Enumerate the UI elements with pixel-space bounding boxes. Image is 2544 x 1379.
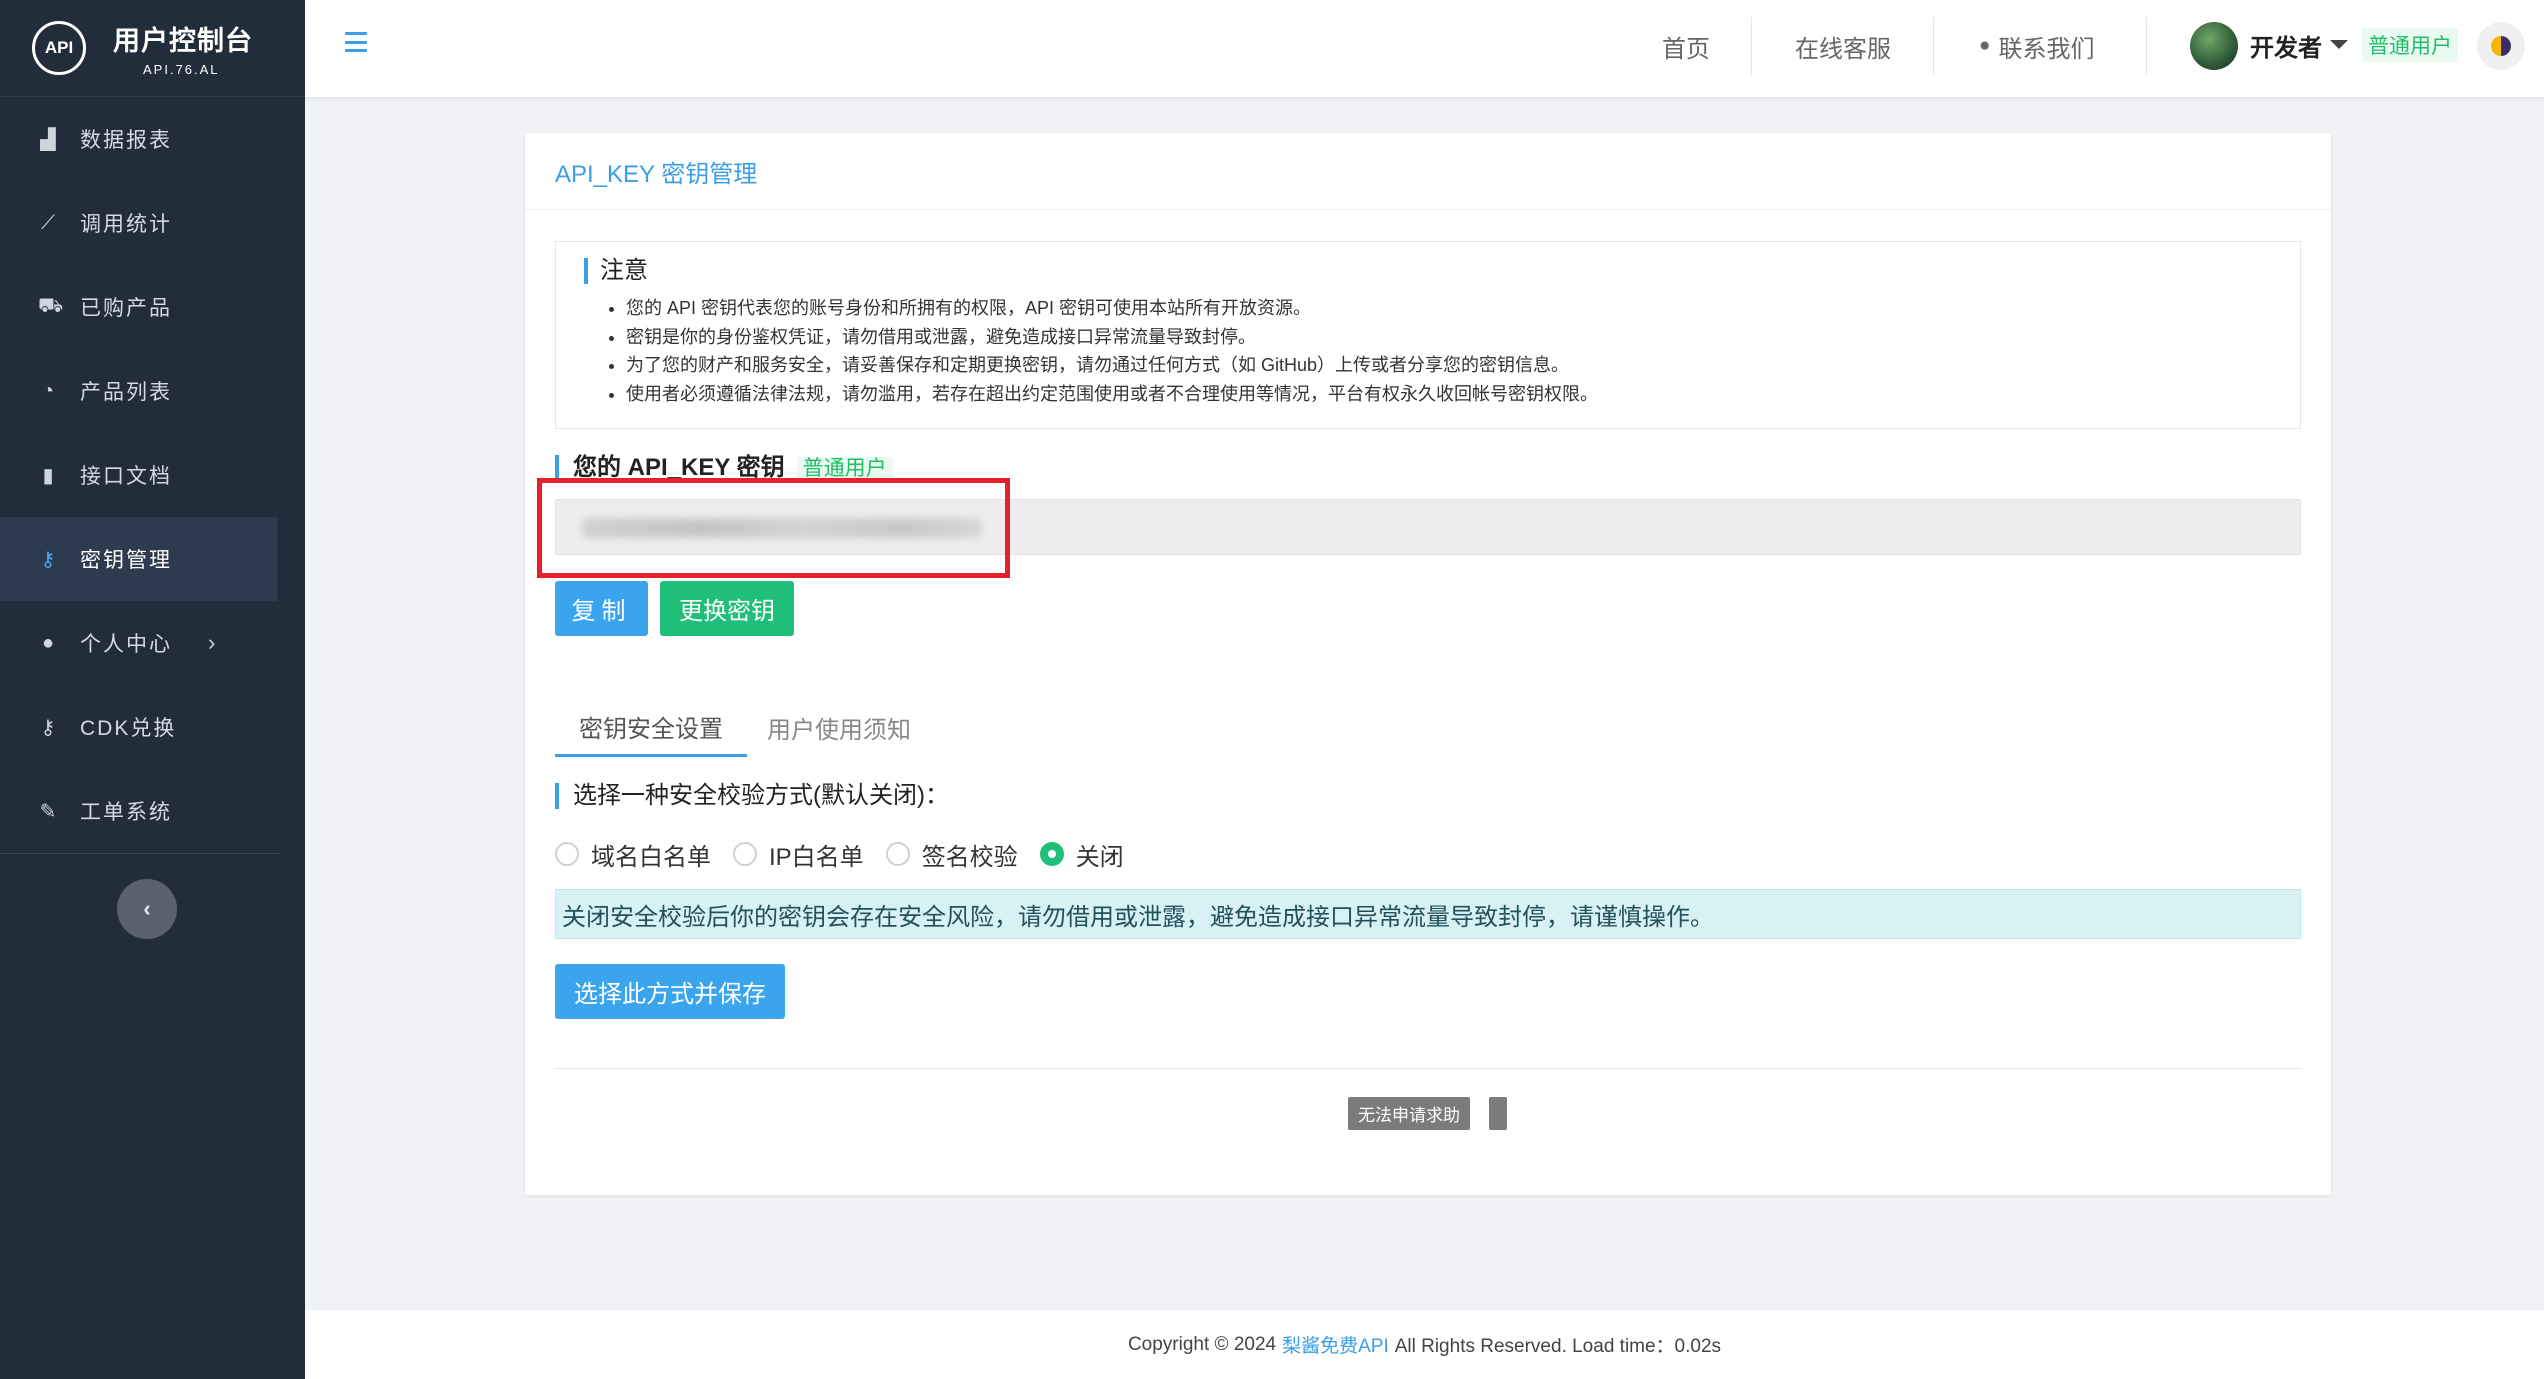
key-icon: ⚷ — [40, 548, 58, 571]
sidebar-item-label: 工单系统 — [80, 801, 172, 824]
sidebar-item-call-stats[interactable]: ⟋ 调用统计 — [0, 181, 305, 265]
footer-suffix: All Rights Reserved. Load time：0.02s — [1394, 1336, 1722, 1357]
avatar[interactable] — [2190, 22, 2238, 70]
sidebar-item-purchased[interactable]: ⛟ 已购产品 — [0, 265, 305, 349]
theme-toggle-button[interactable] — [2477, 22, 2525, 70]
sidebar-item-label: CDK兑换 — [80, 717, 177, 740]
sidebar-collapse-button[interactable]: ‹ — [117, 879, 177, 939]
radio-domain-whitelist[interactable]: 域名白名单 — [555, 837, 711, 872]
radio-signature-check[interactable]: 签名校验 — [885, 837, 1018, 872]
radio-circle — [555, 842, 579, 866]
top-navbar: 首页 在线客服 ● 联系我们 开发者 普通用户 — [305, 0, 2544, 97]
brand[interactable]: API 用户控制台 API.76.AL — [0, 0, 305, 97]
radio-off[interactable]: 关闭 — [1039, 837, 1124, 872]
footer-copyright: Copyright © 2024 — [1127, 1333, 1277, 1355]
radio-label: 关闭 — [1075, 843, 1124, 871]
nav-contact-link[interactable]: ● 联系我们 — [1979, 0, 2094, 92]
key-icon: ⚷ — [40, 716, 58, 739]
sidebar-item-products[interactable]: ◔ 产品列表 — [0, 349, 305, 433]
sidebar-item-api-docs[interactable]: ▮ 接口文档 — [0, 433, 305, 517]
footer-site-link[interactable]: 梨酱免费API — [1282, 1331, 1389, 1358]
tab-usage-notice[interactable]: 用户使用须知 — [743, 699, 935, 755]
sidebar: API 用户控制台 API.76.AL ▟ 数据报表 ⟋ 调用统计 ⛟ 已购产品… — [0, 0, 305, 1379]
list-item: 密钥是你的身份鉴权凭证，请勿借用或泄露，避免造成接口异常流量导致封停。 — [626, 323, 2270, 352]
radio-ip-whitelist[interactable]: IP白名单 — [733, 837, 864, 872]
sidebar-item-label: 密钥管理 — [80, 549, 172, 572]
user-icon: ● — [41, 631, 57, 654]
list-item: 您的 API 密钥代表您的账号身份和所拥有的权限，API 密钥可使用本站所有开放… — [626, 294, 2270, 323]
line-chart-icon: ⟋ — [41, 211, 57, 234]
radio-circle — [1039, 842, 1064, 866]
nav-divider — [1751, 17, 1752, 75]
copy-button[interactable]: 复制 — [555, 581, 648, 636]
caret-down-icon[interactable] — [2330, 40, 2348, 49]
highlight-box — [537, 478, 1010, 578]
brand-subtitle: API.76.AL — [143, 62, 220, 77]
nav-online-support-link[interactable]: 在线客服 — [1795, 0, 1891, 92]
notice-panel: 注意 您的 API 密钥代表您的账号身份和所拥有的权限，API 密钥可使用本站所… — [555, 241, 2301, 429]
chevron-right-icon: › — [208, 630, 218, 655]
api-logo-icon: API — [32, 21, 86, 75]
user-icon: ● — [1979, 35, 1991, 56]
footer: Copyright © 2024 梨酱免费API All Rights Rese… — [305, 1310, 2544, 1379]
nav-contact-label: 联系我们 — [1998, 35, 2095, 63]
sidebar-item-label: 数据报表 — [80, 129, 172, 152]
list-item: 使用者必须遵循法律法规，请勿滥用，若存在超出约定范围使用或者不合理使用等情况，平… — [626, 380, 2270, 409]
security-method-radio-group: 域名白名单 IP白名单 签名校验 关闭 — [555, 834, 1146, 874]
api-key-title-text: 您的 API_KEY 密钥 — [573, 454, 785, 481]
sidebar-divider — [0, 853, 281, 854]
sidebar-item-ticket-system[interactable]: ✎ 工单系统 — [0, 769, 305, 853]
user-level-badge: 普通用户 — [796, 457, 893, 480]
tab-key-security-settings[interactable]: 密钥安全设置 — [555, 699, 747, 757]
tachometer-icon: ◔ — [41, 379, 57, 402]
help-request-tag[interactable]: 无法申请求助 — [1348, 1097, 1470, 1130]
security-warning-alert: 关闭安全校验后你的密钥会存在安全风险，请勿借用或泄露，避免造成接口异常流量导致封… — [555, 889, 2301, 939]
radio-label: 签名校验 — [921, 843, 1018, 871]
help-tag-handle — [1489, 1097, 1507, 1130]
sidebar-item-key-management[interactable]: ⚷ 密钥管理 — [0, 517, 277, 601]
sidebar-item-label: 调用统计 — [80, 213, 172, 236]
pencil-icon: ✎ — [39, 800, 59, 823]
nav-divider — [1933, 17, 1934, 75]
cart-icon: ⛟ — [38, 294, 66, 317]
radio-label: IP白名单 — [769, 843, 864, 871]
nav-home-link[interactable]: 首页 — [1662, 0, 1710, 92]
notice-title: 注意 — [584, 258, 2270, 284]
sidebar-item-label: 个人中心 — [80, 633, 172, 656]
menu-toggle-icon[interactable] — [345, 32, 367, 52]
sidebar-item-personal-center[interactable]: ● 个人中心 › — [0, 601, 305, 685]
half-moon-icon — [2491, 36, 2511, 56]
settings-tabs: 密钥安全设置 用户使用须知 — [555, 699, 2301, 757]
radio-circle — [885, 842, 910, 866]
notice-list: 您的 API 密钥代表您的账号身份和所拥有的权限，API 密钥可使用本站所有开放… — [586, 294, 2270, 408]
card-title: API_KEY 密钥管理 — [525, 133, 2331, 210]
user-role-badge: 普通用户 — [2362, 28, 2458, 62]
sidebar-menu: ▟ 数据报表 ⟋ 调用统计 ⛟ 已购产品 ◔ 产品列表 ▮ 接口文档 ⚷ 密钥管… — [0, 97, 305, 853]
radio-label: 域名白名单 — [591, 843, 711, 871]
sidebar-item-label: 接口文档 — [80, 465, 172, 488]
sidebar-item-cdk-exchange[interactable]: ⚷ CDK兑换 — [0, 685, 305, 769]
api-key-card: API_KEY 密钥管理 注意 您的 API 密钥代表您的账号身份和所拥有的权限… — [525, 133, 2331, 1195]
sidebar-item-label: 产品列表 — [80, 381, 172, 404]
security-method-title: 选择一种安全校验方式(默认关闭)： — [555, 783, 949, 809]
book-icon: ▮ — [42, 464, 56, 487]
brand-title: 用户控制台 — [113, 26, 253, 56]
sidebar-item-label: 已购产品 — [80, 297, 172, 320]
sidebar-item-data-report[interactable]: ▟ 数据报表 — [0, 97, 305, 181]
chart-area-icon: ▟ — [40, 128, 58, 151]
change-key-button[interactable]: 更换密钥 — [660, 581, 794, 636]
nav-divider — [2146, 17, 2147, 75]
radio-circle — [733, 842, 757, 866]
divider — [555, 1068, 2301, 1069]
list-item: 为了您的财产和服务安全，请妥善保存和定期更换密钥，请勿通过任何方式（如 GitH… — [626, 351, 2270, 380]
save-method-button[interactable]: 选择此方式并保存 — [555, 964, 785, 1019]
user-name[interactable]: 开发者 — [2250, 28, 2322, 63]
